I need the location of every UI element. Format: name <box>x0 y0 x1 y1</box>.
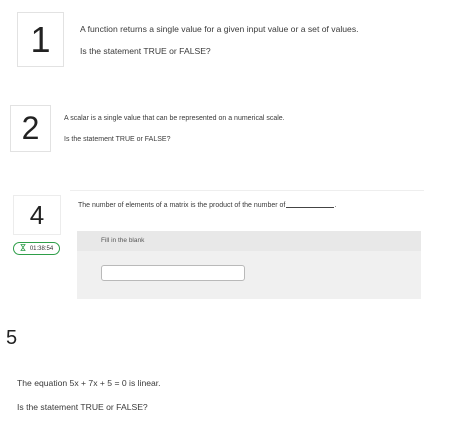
question-1-question: Is the statement TRUE or FALSE? <box>80 46 211 56</box>
question-number-label: 2 <box>21 110 40 146</box>
question-number-label: 4 <box>29 199 45 230</box>
question-4-prompt-text: The number of elements of a matrix is th… <box>78 202 286 209</box>
question-4-top-divider <box>70 190 424 191</box>
question-5-number: 5 <box>6 327 18 349</box>
question-4-prompt: The number of elements of a matrix is th… <box>78 202 336 210</box>
question-5-prompt: The equation 5x + 7x + 5 = 0 is linear. <box>17 378 161 388</box>
fill-in-blank-label: Fill in the blank <box>101 237 145 244</box>
timer-value: 01:38:54 <box>29 245 54 252</box>
question-5-question: Is the statement TRUE or FALSE? <box>17 402 148 412</box>
fill-in-blank-header: Fill in the blank <box>77 231 421 251</box>
question-4-number: 4 <box>13 195 61 235</box>
question-2-question: Is the statement TRUE or FALSE? <box>64 136 171 143</box>
question-1-number: 1 <box>17 12 64 67</box>
blank-answer-input[interactable] <box>101 265 245 281</box>
question-number-label: 1 <box>30 18 51 60</box>
hourglass-icon <box>20 244 26 253</box>
question-1-prompt: A function returns a single value for a … <box>80 24 359 34</box>
fill-in-blank-panel: Fill in the blank <box>77 231 421 299</box>
question-4-prompt-tail: . <box>334 202 337 209</box>
question-4-blank-line <box>286 207 335 208</box>
question-2-prompt: A scalar is a single value that can be r… <box>64 115 285 122</box>
timer-badge: 01:38:54 <box>13 242 60 255</box>
question-2-number: 2 <box>10 105 51 152</box>
